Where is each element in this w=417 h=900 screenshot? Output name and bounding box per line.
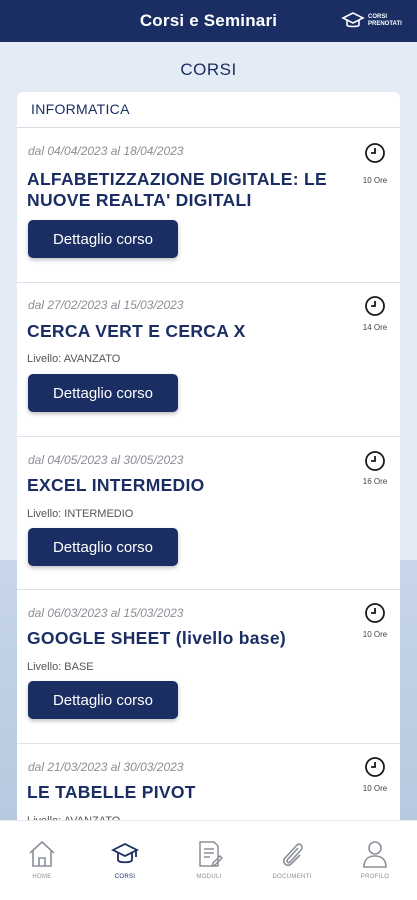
courses-card: INFORMATICA dal 04/04/2023 al 18/04/2023… [17,92,400,832]
booked-courses-button[interactable]: CORSI PRENOTATI [341,6,407,36]
course-item: dal 06/03/2023 al 15/03/2023 GOOGLE SHEE… [17,590,400,744]
clock-icon [365,757,385,777]
course-item: dal 04/04/2023 al 18/04/2023 ALFABETIZZA… [17,128,400,283]
tab-label: DOCUMENTI [272,874,312,880]
booked-label-line1: CORSI [368,14,388,20]
course-level: Livello: AVANZATO [27,353,121,365]
form-icon [199,841,223,868]
course-item: dal 04/05/2023 al 30/05/2023 EXCEL INTER… [17,437,400,590]
category-header: INFORMATICA [17,92,400,128]
course-dates: dal 06/03/2023 al 15/03/2023 [28,606,184,620]
course-item: dal 21/03/2023 al 30/03/2023 LE TABELLE … [17,744,400,832]
course-dates: dal 27/02/2023 al 15/03/2023 [28,298,184,312]
course-hours: 10 Ore [362,176,388,185]
course-level: Livello: BASE [27,661,94,673]
course-detail-button[interactable]: Dettaglio corso [28,681,178,719]
app-header: Corsi e Seminari CORSI PRENOTATI [0,0,417,42]
tab-label: CORSI [114,874,136,880]
clock-icon [365,451,385,471]
course-item: dal 27/02/2023 al 15/03/2023 CERCA VERT … [17,283,400,437]
course-hours: 10 Ore [362,630,388,639]
home-icon [29,840,55,867]
course-name: EXCEL INTERMEDIO [27,475,205,495]
course-name: GOOGLE SHEET (livello base) [27,628,286,648]
paperclip-icon [282,843,303,867]
tab-documenti[interactable]: DOCUMENTI [259,839,325,880]
course-level: Livello: INTERMEDIO [27,508,134,520]
booked-label-line2: PRENOTATI [368,21,402,27]
tab-home[interactable]: HOME [9,839,75,880]
tab-corsi[interactable]: CORSI [92,839,158,880]
course-hours: 16 Ore [362,477,388,486]
course-hours: 10 Ore [362,784,388,793]
tab-label: HOME [32,874,52,880]
course-detail-button[interactable]: Dettaglio corso [28,220,178,258]
graduation-cap-icon [341,12,365,28]
course-name: CERCA VERT E CERCA X [27,321,246,341]
user-icon [363,841,387,868]
clock-icon [365,603,385,623]
course-detail-button[interactable]: Dettaglio corso [28,528,178,566]
tab-label: PROFILO [360,874,390,880]
tab-label: MODULI [196,874,222,880]
course-dates: dal 21/03/2023 al 30/03/2023 [28,760,184,774]
clock-icon [365,296,385,316]
course-name: LE TABELLE PIVOT [27,782,196,802]
clock-icon [365,143,385,163]
graduation-cap-icon [111,842,139,864]
bottom-tab-bar: HOME CORSI MODULI DOCUMENTI PROFILO [0,820,417,900]
tab-moduli[interactable]: MODULI [176,839,242,880]
course-dates: dal 04/05/2023 al 30/05/2023 [28,453,184,467]
course-name: ALFABETIZZAZIONE DIGITALE: LE NUOVE REAL… [27,169,328,210]
course-detail-button[interactable]: Dettaglio corso [28,374,178,412]
tab-profilo[interactable]: PROFILO [342,839,408,880]
section-title: CORSI [180,60,237,79]
course-dates: dal 04/04/2023 al 18/04/2023 [28,144,184,158]
course-hours: 14 Ore [362,323,388,332]
